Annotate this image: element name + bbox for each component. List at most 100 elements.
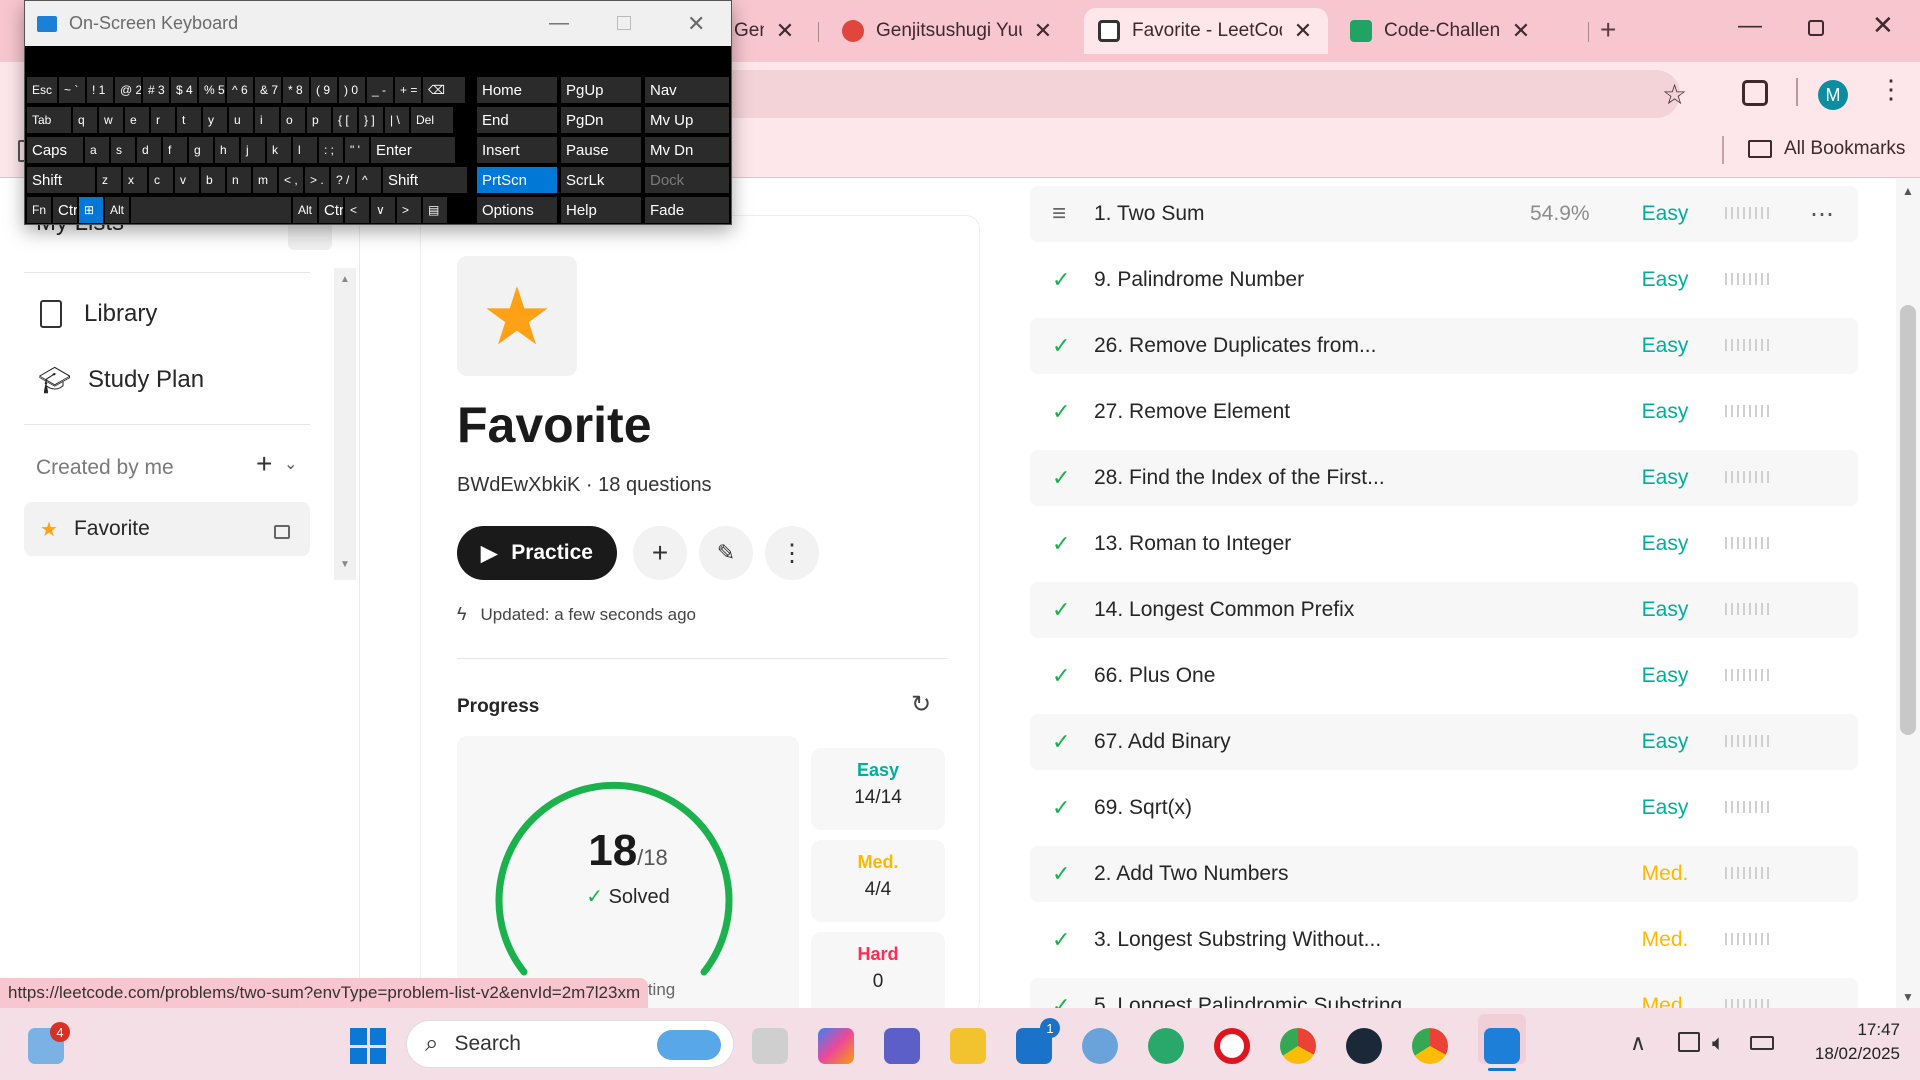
- question-title[interactable]: 3. Longest Substring Without...: [1094, 928, 1381, 952]
- osk-key[interactable]: ^ 6: [227, 77, 253, 103]
- osk-key[interactable]: > .: [305, 167, 329, 193]
- question-row[interactable]: ✓ 67. Add Binary Easy: [1030, 714, 1858, 770]
- osk-key[interactable]: & 7: [255, 77, 281, 103]
- edge-icon[interactable]: [1148, 1028, 1184, 1064]
- scroll-down-icon[interactable]: ▼: [1902, 990, 1914, 1004]
- osk-nav-key[interactable]: Options: [477, 197, 557, 223]
- question-title[interactable]: 2. Add Two Numbers: [1094, 862, 1289, 886]
- copilot-icon[interactable]: [818, 1028, 854, 1064]
- chrome-profile-icon[interactable]: [1412, 1028, 1448, 1064]
- chrome-icon[interactable]: [1280, 1028, 1316, 1064]
- osk-key[interactable]: [131, 197, 291, 223]
- sidebar-item-favorite[interactable]: ★ Favorite: [24, 502, 310, 556]
- edit-icon[interactable]: ✎: [699, 526, 753, 580]
- row-more-icon[interactable]: ⋯: [1810, 200, 1834, 229]
- osk-key[interactable]: @ 2: [115, 77, 141, 103]
- add-list-icon[interactable]: +: [256, 448, 272, 480]
- osk-key[interactable]: i: [255, 107, 279, 133]
- osk-key[interactable]: v: [175, 167, 199, 193]
- close-window-icon[interactable]: ✕: [1872, 10, 1894, 41]
- osk-key[interactable]: ⊞: [79, 197, 103, 223]
- osk-key[interactable]: f: [163, 137, 187, 163]
- question-title[interactable]: 26. Remove Duplicates from...: [1094, 334, 1376, 358]
- question-row[interactable]: ✓ 9. Palindrome Number Easy: [1030, 252, 1858, 308]
- all-bookmarks-button[interactable]: All Bookmarks: [1748, 138, 1905, 160]
- osk-key[interactable]: Shift: [383, 167, 467, 193]
- osk-key[interactable]: ? /: [331, 167, 355, 193]
- osk-nav-key[interactable]: Help: [561, 197, 641, 223]
- question-row[interactable]: ≡ 1. Two Sum 54.9% Easy ⋯: [1030, 186, 1858, 242]
- browser-menu-icon[interactable]: ⋮: [1878, 76, 1904, 102]
- minimize-icon[interactable]: —: [1738, 12, 1762, 40]
- osk-key[interactable]: h: [215, 137, 239, 163]
- question-row[interactable]: ✓ 14. Longest Common Prefix Easy: [1030, 582, 1858, 638]
- osk-key[interactable]: Del: [411, 107, 453, 133]
- osk-key[interactable]: _ -: [367, 77, 393, 103]
- osk-nav-key[interactable]: End: [477, 107, 557, 133]
- osk-nav-key[interactable]: PgDn: [561, 107, 641, 133]
- osk-minimize-icon[interactable]: —: [549, 12, 569, 35]
- osk-key[interactable]: | \: [385, 107, 409, 133]
- clock-date[interactable]: 18/02/2025: [1790, 1044, 1900, 1064]
- new-tab-icon[interactable]: +: [1600, 14, 1616, 46]
- osk-nav-key[interactable]: ScrLk: [561, 167, 641, 193]
- osk-key[interactable]: " ': [345, 137, 369, 163]
- osk-key[interactable]: j: [241, 137, 265, 163]
- osk-key[interactable]: Enter: [371, 137, 455, 163]
- osk-key[interactable]: Alt: [293, 197, 317, 223]
- question-row[interactable]: ✓ 27. Remove Element Easy: [1030, 384, 1858, 440]
- osk-key[interactable]: b: [201, 167, 225, 193]
- osk-key[interactable]: n: [227, 167, 251, 193]
- restore-icon[interactable]: [1808, 20, 1824, 36]
- question-row[interactable]: ✓ 28. Find the Index of the First... Easy: [1030, 450, 1858, 506]
- battery-icon[interactable]: [1750, 1036, 1774, 1050]
- practice-button[interactable]: ▶ Practice: [457, 526, 617, 580]
- osk-key[interactable]: l: [293, 137, 317, 163]
- osk-key[interactable]: ( 9: [311, 77, 337, 103]
- osk-key[interactable]: u: [229, 107, 253, 133]
- osk-key[interactable]: Shift: [27, 167, 95, 193]
- question-row[interactable]: ✓ 66. Plus One Easy: [1030, 648, 1858, 704]
- question-row[interactable]: ✓ 3. Longest Substring Without... Med.: [1030, 912, 1858, 968]
- question-title[interactable]: 27. Remove Element: [1094, 400, 1290, 424]
- steam-icon[interactable]: [1346, 1028, 1382, 1064]
- osk-key[interactable]: Ctrl: [319, 197, 343, 223]
- task-view-icon[interactable]: [752, 1028, 788, 1064]
- extensions-icon[interactable]: [1742, 80, 1768, 106]
- osk-key[interactable]: ~ `: [59, 77, 85, 103]
- sidebar-scrollbar[interactable]: ▲ ▼: [334, 268, 356, 580]
- question-title[interactable]: 9. Palindrome Number: [1094, 268, 1304, 292]
- osk-key[interactable]: a: [85, 137, 109, 163]
- osk-key[interactable]: Caps: [27, 137, 83, 163]
- opera-icon[interactable]: [1214, 1028, 1250, 1064]
- sidebar-item-library[interactable]: Library: [40, 300, 157, 328]
- osk-nav-key[interactable]: Mv Up: [645, 107, 729, 133]
- question-title[interactable]: 13. Roman to Integer: [1094, 532, 1291, 556]
- profile-avatar[interactable]: M: [1818, 80, 1848, 110]
- bookmark-star-icon[interactable]: ☆: [1662, 78, 1687, 111]
- osk-key[interactable]: ) 0: [339, 77, 365, 103]
- add-question-button[interactable]: +: [633, 526, 687, 580]
- osk-nav-key[interactable]: PgUp: [561, 77, 641, 103]
- osk-key[interactable]: s: [111, 137, 135, 163]
- question-title[interactable]: 66. Plus One: [1094, 664, 1215, 688]
- osk-key[interactable]: Tab: [27, 107, 71, 133]
- close-tab-icon[interactable]: ✕: [1032, 18, 1054, 44]
- osk-key[interactable]: $ 4: [171, 77, 197, 103]
- osk-key[interactable]: m: [253, 167, 277, 193]
- osk-nav-key[interactable]: PrtScn: [477, 167, 557, 193]
- scroll-up-icon[interactable]: ▲: [1902, 184, 1914, 198]
- osk-taskbar-icon[interactable]: [1484, 1028, 1520, 1064]
- osk-nav-key[interactable]: Dock: [645, 167, 729, 193]
- osk-key[interactable]: t: [177, 107, 201, 133]
- sidebar-item-study-plan[interactable]: 🎓︎ Study Plan: [38, 366, 204, 394]
- osk-nav-key[interactable]: Nav: [645, 77, 729, 103]
- osk-key[interactable]: q: [73, 107, 97, 133]
- taskbar-search[interactable]: ⌕ Search: [406, 1020, 734, 1068]
- osk-title-bar[interactable]: On-Screen Keyboard — ✕: [25, 1, 731, 46]
- osk-key[interactable]: g: [189, 137, 213, 163]
- volume-icon[interactable]: 🔈︎: [1712, 1030, 1725, 1056]
- osk-nav-key[interactable]: Insert: [477, 137, 557, 163]
- close-tab-icon[interactable]: ✕: [1292, 18, 1314, 44]
- osk-key[interactable]: <: [345, 197, 369, 223]
